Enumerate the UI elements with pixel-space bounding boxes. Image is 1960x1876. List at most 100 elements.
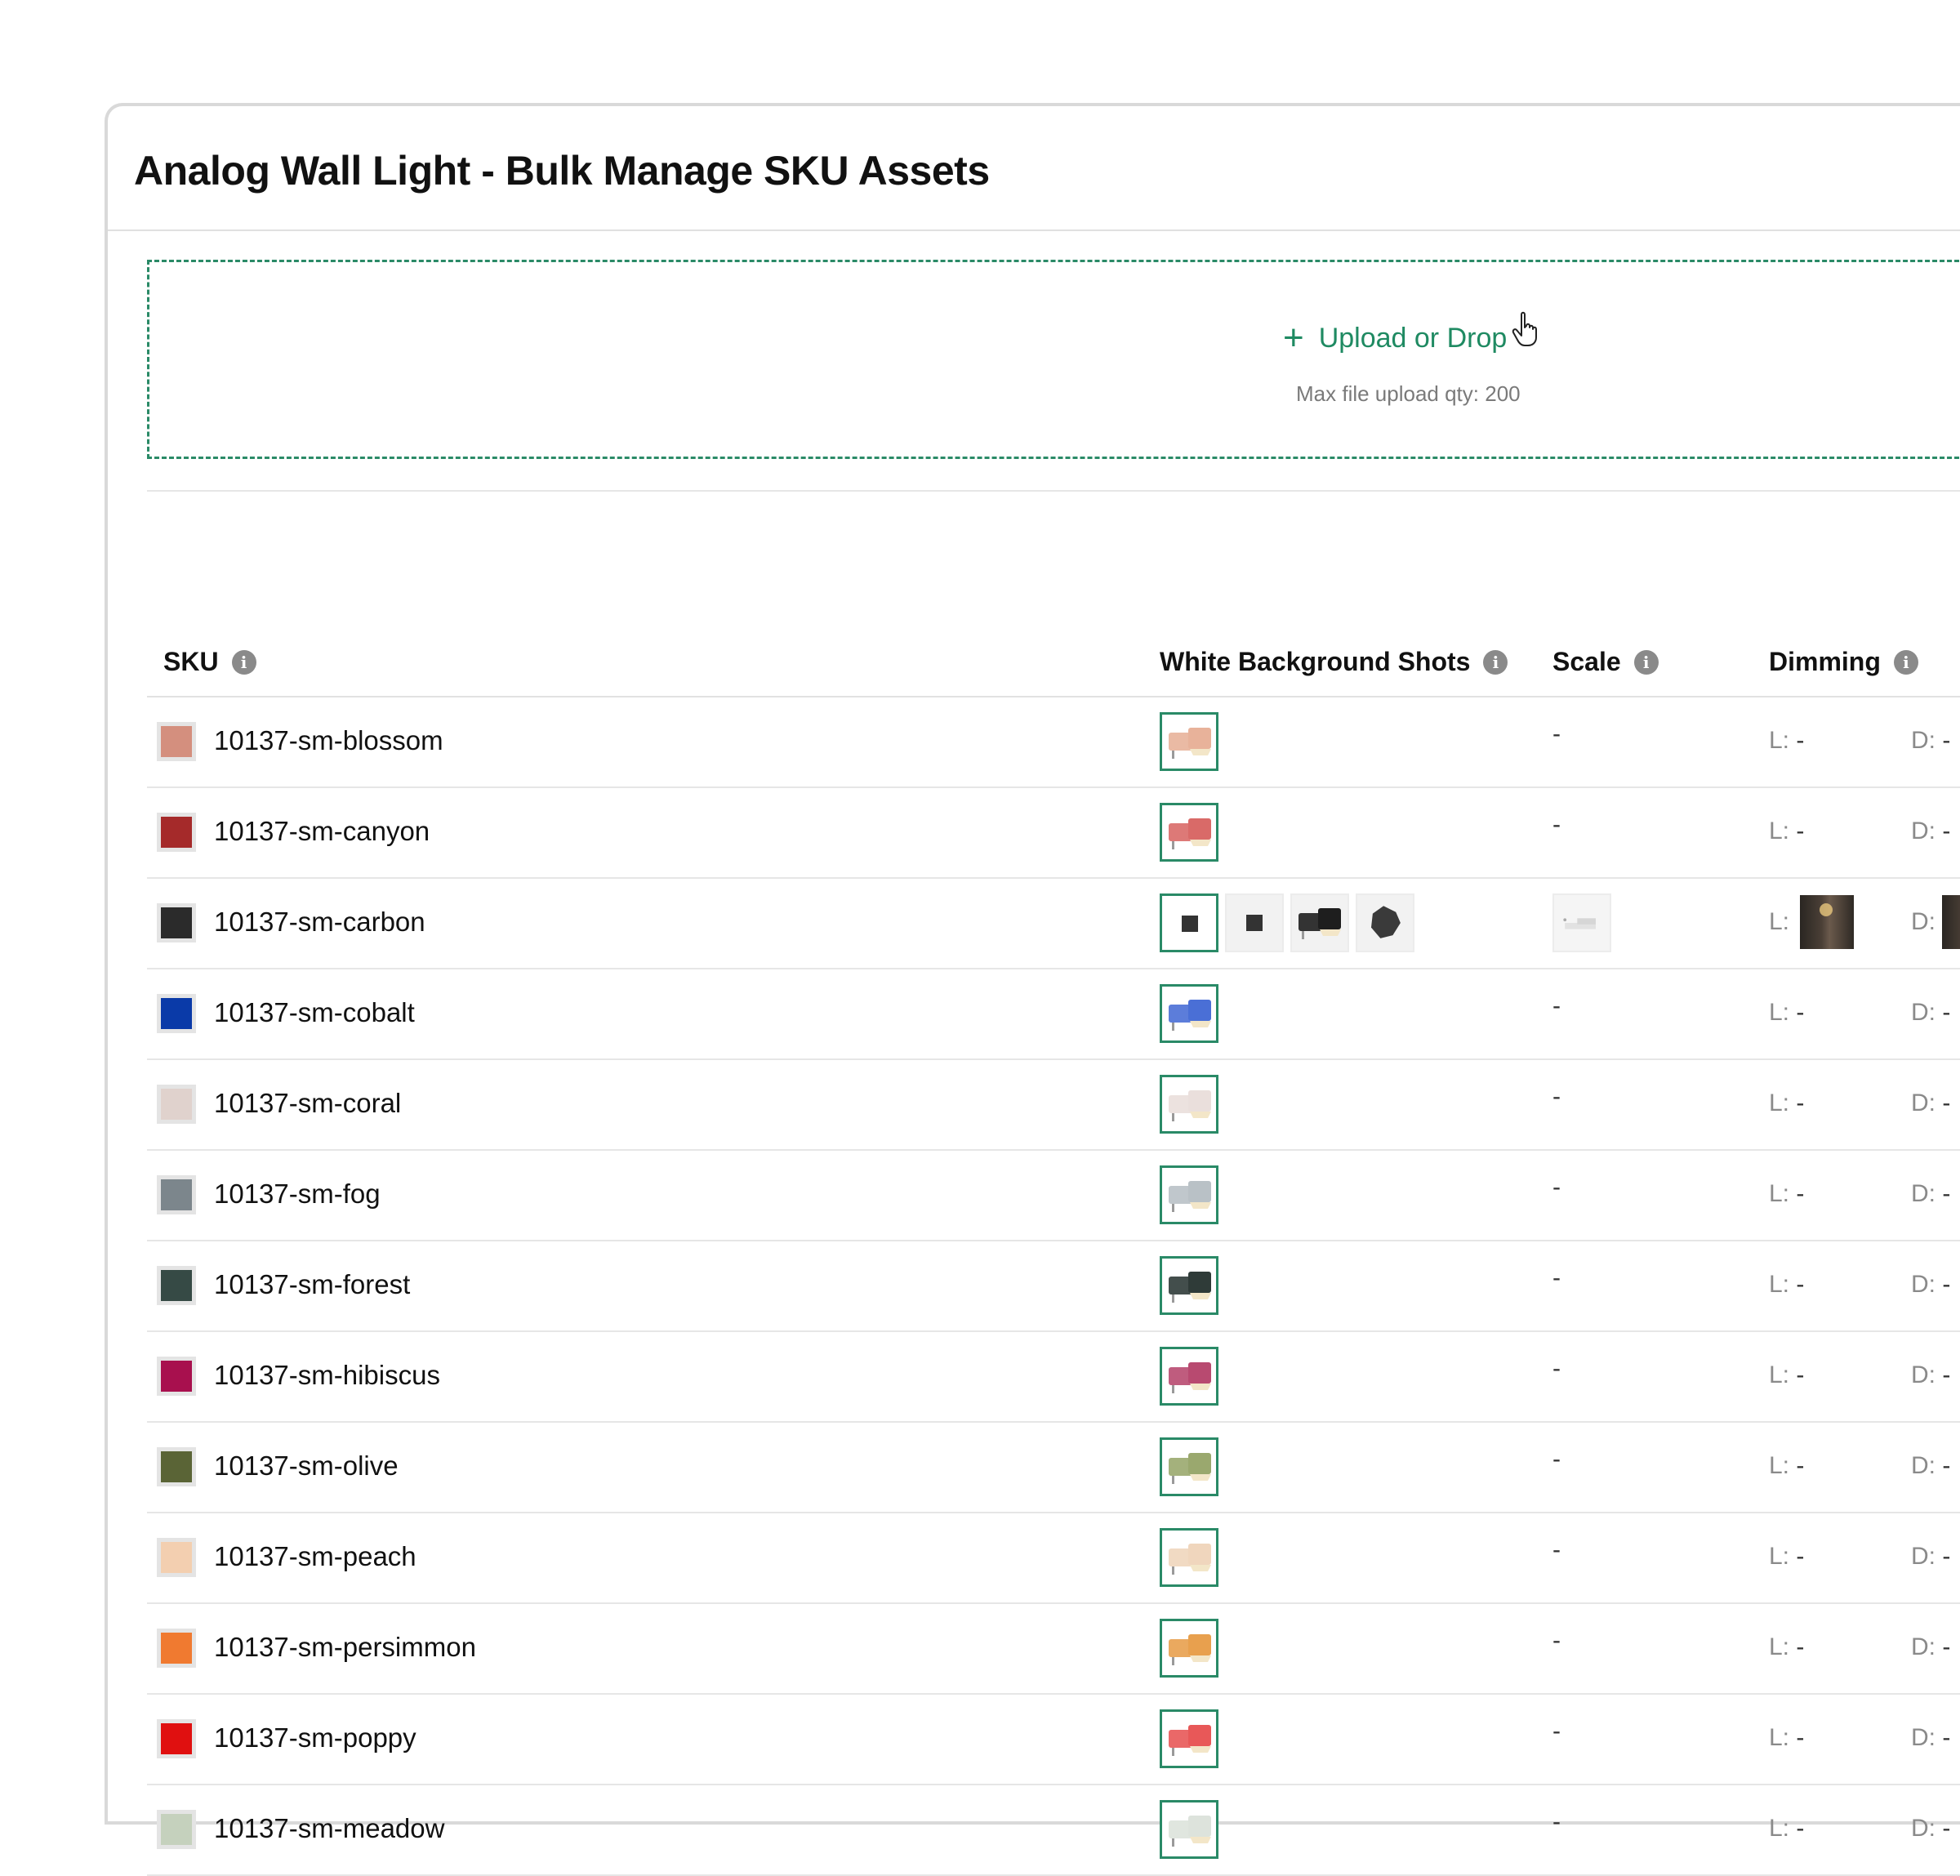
column-header-sku: SKU i [163, 647, 256, 677]
dimming-dark-value: - [1942, 1543, 1951, 1570]
color-swatch [157, 1175, 196, 1214]
table-row: 10137-sm-olive - L: - D: - [147, 1423, 1960, 1513]
white-bg-shot-thumbnail[interactable] [1160, 893, 1218, 952]
sku-name: 10137-sm-fog [214, 1179, 381, 1209]
table-row: 10137-sm-poppy - L: - D: - [147, 1695, 1960, 1785]
dimming-light-label: L: - [1769, 1452, 1804, 1480]
color-swatch [157, 1447, 196, 1486]
dimming-dark-label: D: - [1911, 1815, 1950, 1843]
dimming-dark-label: D: - [1911, 818, 1950, 845]
white-bg-shots [1160, 1256, 1218, 1315]
table-row: 10137-sm-canyon - L: - D: - [147, 788, 1960, 879]
dimming-light-value: - [1796, 1543, 1805, 1570]
white-bg-shot-thumbnail[interactable] [1160, 1528, 1218, 1587]
dimming-dark-prefix: D: [1911, 1633, 1936, 1660]
sku-name: 10137-sm-blossom [214, 725, 443, 755]
dimming-dark-label: D: - [1911, 1543, 1950, 1571]
color-swatch [157, 813, 196, 852]
scale-value: - [1552, 1536, 1561, 1563]
white-bg-shot-thumbnail[interactable] [1160, 1165, 1218, 1224]
white-bg-shot-thumbnail[interactable] [1160, 1347, 1218, 1406]
info-icon[interactable]: i [1483, 649, 1508, 675]
white-bg-shots [1160, 984, 1218, 1043]
sku-name: 10137-sm-coral [214, 1088, 402, 1118]
table-row: 10137-sm-carbon L: D: [147, 879, 1960, 969]
white-bg-shots [1160, 1437, 1218, 1496]
dimming-light-label: L: - [1769, 1724, 1804, 1752]
table-body: 10137-sm-blossom - L: - D: -10137-sm-canyon… [147, 697, 1960, 1876]
column-label-white-bg: White Background Shots [1160, 647, 1471, 676]
column-label-scale: Scale [1552, 647, 1621, 676]
dimming-light-value: - [1796, 999, 1805, 1026]
dimming-light-label: L: - [1769, 1815, 1804, 1843]
dimming-dark-value: - [1942, 1180, 1951, 1207]
white-bg-shot-thumbnail[interactable] [1356, 893, 1414, 952]
dimming-dark-label: D: - [1911, 1271, 1950, 1299]
dimming-dark-value: - [1942, 1090, 1951, 1116]
dimming-dark-value: - [1942, 1361, 1951, 1388]
dimming-dark-value: - [1942, 1815, 1951, 1842]
white-bg-shot-thumbnail[interactable] [1160, 1075, 1218, 1134]
info-icon[interactable]: i [1633, 649, 1659, 675]
dimming-light-prefix: L: [1769, 999, 1790, 1026]
info-icon[interactable]: i [231, 649, 256, 675]
table-row: 10137-sm-coral - L: - D: - [147, 1060, 1960, 1151]
white-bg-shot-thumbnail[interactable] [1290, 893, 1349, 952]
white-bg-shot-thumbnail[interactable] [1160, 803, 1218, 862]
dimming-light-value: - [1796, 1090, 1805, 1116]
dimming-light-thumbnail[interactable] [1800, 895, 1854, 949]
dimming-dark-prefix: D: [1911, 999, 1936, 1026]
dimming-light-value: - [1796, 818, 1805, 844]
dimming-light-label: L: - [1769, 999, 1804, 1027]
table-row: 10137-sm-hibiscus - L: - D: - [147, 1332, 1960, 1423]
dimming-dark-thumbnail[interactable] [1942, 895, 1960, 949]
upload-button[interactable]: + Upload or Drop [1283, 320, 1507, 356]
scale-value: - [1552, 1446, 1561, 1473]
white-bg-shot-thumbnail[interactable] [1160, 1800, 1218, 1859]
table-row: 10137-sm-meadow - L: - D: - [147, 1785, 1960, 1876]
dimming-light-prefix: L: [1769, 1543, 1790, 1570]
sku-name: 10137-sm-hibiscus [214, 1360, 440, 1390]
scale-value: - [1552, 1174, 1561, 1201]
table-row: 10137-sm-peach - L: - D: - [147, 1513, 1960, 1604]
color-swatch [157, 1629, 196, 1668]
scale-thumbnail[interactable] [1552, 893, 1611, 952]
column-header-scale: Scale i [1552, 647, 1659, 677]
white-bg-shots [1160, 803, 1218, 862]
dimming-dark-label: D: - [1911, 1452, 1950, 1480]
white-bg-shot-thumbnail[interactable] [1160, 984, 1218, 1043]
white-bg-shot-thumbnail[interactable] [1160, 1256, 1218, 1315]
dimming-light-value: - [1796, 1633, 1805, 1660]
dimming-dark-label: D: - [1911, 1361, 1950, 1389]
scale-value: - [1552, 1808, 1561, 1835]
dimming-light-value: - [1796, 1271, 1805, 1298]
scale-value: - [1552, 1355, 1561, 1382]
white-bg-shots [1160, 1619, 1218, 1678]
table-row: 10137-sm-cobalt - L: - D: - [147, 969, 1960, 1060]
dimming-dark-value: - [1942, 1271, 1951, 1298]
plus-icon: + [1283, 318, 1304, 358]
color-swatch [157, 1538, 196, 1577]
white-bg-shot-thumbnail[interactable] [1160, 1619, 1218, 1678]
info-icon[interactable]: i [1893, 649, 1918, 675]
dimming-dark-label: D: - [1911, 1180, 1950, 1208]
white-bg-shot-thumbnail[interactable] [1225, 893, 1284, 952]
white-bg-shot-thumbnail[interactable] [1160, 1709, 1218, 1768]
scale-value: - [1552, 720, 1561, 747]
sku-name: 10137-sm-olive [214, 1450, 399, 1481]
white-bg-shots [1160, 1165, 1218, 1224]
dimming-dark-value: - [1942, 1633, 1951, 1660]
upload-dropzone[interactable]: + Upload or Drop Max file upload qty: 20… [147, 260, 1960, 459]
white-bg-shots [1160, 1347, 1218, 1406]
upload-label: Upload or Drop [1318, 322, 1508, 354]
dimming-light-value: - [1796, 1361, 1805, 1388]
dimming-dark-prefix: D: [1911, 1180, 1936, 1207]
white-bg-shot-thumbnail[interactable] [1160, 1437, 1218, 1496]
dimming-dark-label: D: [1911, 908, 1936, 935]
white-bg-shot-thumbnail[interactable] [1160, 712, 1218, 771]
color-swatch [157, 903, 196, 942]
dimming-dark-prefix: D: [1911, 1452, 1936, 1479]
scale-value: - [1552, 1627, 1561, 1654]
dimming-dark-value: - [1942, 1452, 1951, 1479]
dimming-dark-label: D: - [1911, 1724, 1950, 1752]
